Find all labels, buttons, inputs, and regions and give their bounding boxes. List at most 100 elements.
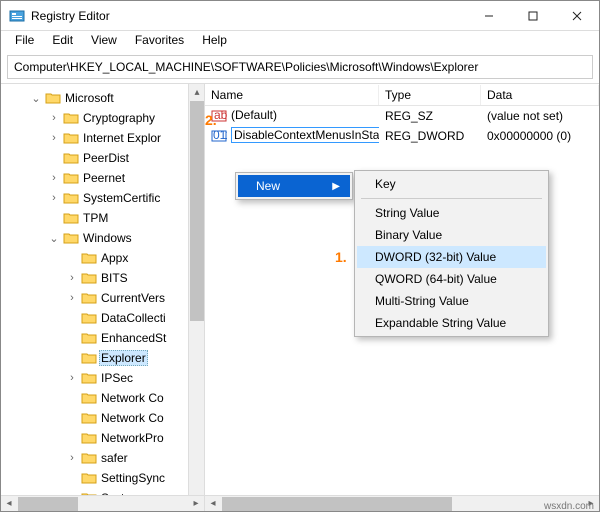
value-name: (Default): [231, 108, 277, 122]
scroll-up-icon[interactable]: ▴: [189, 84, 205, 100]
tree-item-label: Peernet: [81, 171, 127, 185]
tree-item[interactable]: ⌄Windows: [47, 228, 188, 248]
tree-item[interactable]: EnhancedSt: [65, 328, 188, 348]
annotation-1: 1.: [335, 249, 347, 265]
tree-item-label: SettingSync: [99, 471, 167, 485]
menu-favorites[interactable]: Favorites: [127, 32, 192, 52]
tree-item-label: PeerDist: [81, 151, 131, 165]
chevron-right-icon[interactable]: ›: [65, 272, 79, 284]
chevron-right-icon[interactable]: ›: [65, 292, 79, 304]
registry-tree[interactable]: ⌄Microsoft›Cryptography›Internet Explor P…: [1, 84, 188, 495]
col-name[interactable]: Name: [205, 85, 379, 105]
chevron-down-icon[interactable]: ⌄: [29, 92, 43, 105]
scroll-left-icon[interactable]: ◂: [205, 496, 221, 512]
list-pane: Name Type Data ab(Default)REG_SZ(value n…: [205, 84, 599, 511]
col-data[interactable]: Data: [481, 85, 599, 105]
window-title: Registry Editor: [31, 9, 467, 23]
value-name-edit[interactable]: DisableContextMenusInStart: [231, 127, 379, 143]
tree-item[interactable]: SettingSync: [65, 468, 188, 488]
value-type: REG_DWORD: [379, 128, 481, 144]
scroll-right-icon[interactable]: ▸: [188, 496, 204, 512]
context-menu-new-submenu: Key String Value Binary Value DWORD (32-…: [354, 170, 549, 337]
list-horizontal-scrollbar[interactable]: ◂ ▸: [205, 495, 599, 511]
tree-item-label: Appx: [99, 251, 130, 265]
tree-item[interactable]: ›Internet Explor: [47, 128, 188, 148]
folder-icon: [81, 371, 97, 385]
maximize-button[interactable]: [511, 1, 555, 31]
tree-item[interactable]: › Peernet: [47, 168, 188, 188]
ctx-qword-value[interactable]: QWORD (64-bit) Value: [357, 268, 546, 290]
folder-icon: [63, 111, 79, 125]
ctx-separator: [361, 198, 542, 199]
tree-item[interactable]: Appx: [65, 248, 188, 268]
chevron-down-icon[interactable]: ⌄: [47, 232, 61, 245]
content-area: ⌄Microsoft›Cryptography›Internet Explor P…: [1, 83, 599, 511]
tree-v-thumb[interactable]: [190, 101, 204, 321]
value-data: (value not set): [481, 108, 599, 124]
folder-icon: [81, 291, 97, 305]
tree-item[interactable]: PeerDist: [47, 148, 188, 168]
value-type: REG_SZ: [379, 108, 481, 124]
chevron-right-icon[interactable]: ›: [47, 112, 61, 124]
value-row[interactable]: ab(Default)REG_SZ(value not set): [205, 106, 599, 126]
context-menu-parent: New ▶: [235, 172, 353, 200]
tree-item[interactable]: ›safer: [65, 448, 188, 468]
tree-item[interactable]: Network Co: [65, 408, 188, 428]
ctx-key[interactable]: Key: [357, 173, 546, 195]
folder-icon: [63, 151, 79, 165]
tree-item[interactable]: › IPSec: [65, 368, 188, 388]
folder-icon: [63, 171, 79, 185]
tree-item[interactable]: ›Cryptography: [47, 108, 188, 128]
context-menu-new[interactable]: New ▶: [238, 175, 350, 197]
menu-file[interactable]: File: [7, 32, 42, 52]
ctx-dword-value[interactable]: DWORD (32-bit) Value: [357, 246, 546, 268]
tree-item[interactable]: Network Co: [65, 388, 188, 408]
ctx-multistring-value[interactable]: Multi-String Value: [357, 290, 546, 312]
scroll-left-icon[interactable]: ◂: [1, 496, 17, 512]
value-data: 0x00000000 (0): [481, 128, 599, 144]
tree-item[interactable]: ›CurrentVers: [65, 288, 188, 308]
menu-edit[interactable]: Edit: [44, 32, 81, 52]
chevron-right-icon[interactable]: ›: [65, 452, 79, 464]
tree-vertical-scrollbar[interactable]: ▴: [188, 84, 204, 495]
chevron-right-icon[interactable]: ›: [47, 132, 61, 144]
tree-item[interactable]: NetworkPro: [65, 428, 188, 448]
tree-item-label: IPSec: [99, 371, 135, 385]
footer-credit: wsxdn.com: [544, 501, 594, 512]
minimize-button[interactable]: [467, 1, 511, 31]
titlebar: Registry Editor: [1, 1, 599, 31]
menu-view[interactable]: View: [83, 32, 125, 52]
tree-item[interactable]: ›SystemCertific: [47, 188, 188, 208]
chevron-right-icon[interactable]: ›: [65, 372, 79, 384]
folder-icon: [63, 131, 79, 145]
chevron-right-icon[interactable]: ›: [47, 172, 61, 184]
list-h-thumb[interactable]: [222, 497, 452, 511]
tree-item[interactable]: Explorer: [65, 348, 188, 368]
tree-horizontal-scrollbar[interactable]: ◂ ▸: [1, 495, 204, 511]
reg-dword-icon: 011: [211, 128, 227, 144]
folder-icon: [81, 311, 97, 325]
folder-icon: [81, 391, 97, 405]
tree-h-thumb[interactable]: [18, 497, 78, 511]
folder-icon: [81, 331, 97, 345]
col-type[interactable]: Type: [379, 85, 481, 105]
tree-item[interactable]: TPM: [47, 208, 188, 228]
folder-icon: [81, 411, 97, 425]
folder-icon: [81, 251, 97, 265]
value-list[interactable]: ab(Default)REG_SZ(value not set)011Disab…: [205, 106, 599, 146]
value-row[interactable]: 011DisableContextMenusInStartREG_DWORD0x…: [205, 126, 599, 146]
tree-item[interactable]: System: [65, 488, 188, 495]
ctx-string-value[interactable]: String Value: [357, 202, 546, 224]
menu-help[interactable]: Help: [194, 32, 235, 52]
tree-item[interactable]: ›BITS: [65, 268, 188, 288]
ctx-expandable-value[interactable]: Expandable String Value: [357, 312, 546, 334]
ctx-binary-value[interactable]: Binary Value: [357, 224, 546, 246]
tree-item-label: TPM: [81, 211, 110, 225]
tree-item[interactable]: ⌄Microsoft: [29, 88, 188, 108]
chevron-right-icon[interactable]: ›: [47, 192, 61, 204]
folder-icon: [63, 211, 79, 225]
tree-item[interactable]: DataCollecti: [65, 308, 188, 328]
tree-item-label: NetworkPro: [99, 431, 166, 445]
close-button[interactable]: [555, 1, 599, 31]
address-bar[interactable]: Computer\HKEY_LOCAL_MACHINE\SOFTWARE\Pol…: [7, 55, 593, 79]
